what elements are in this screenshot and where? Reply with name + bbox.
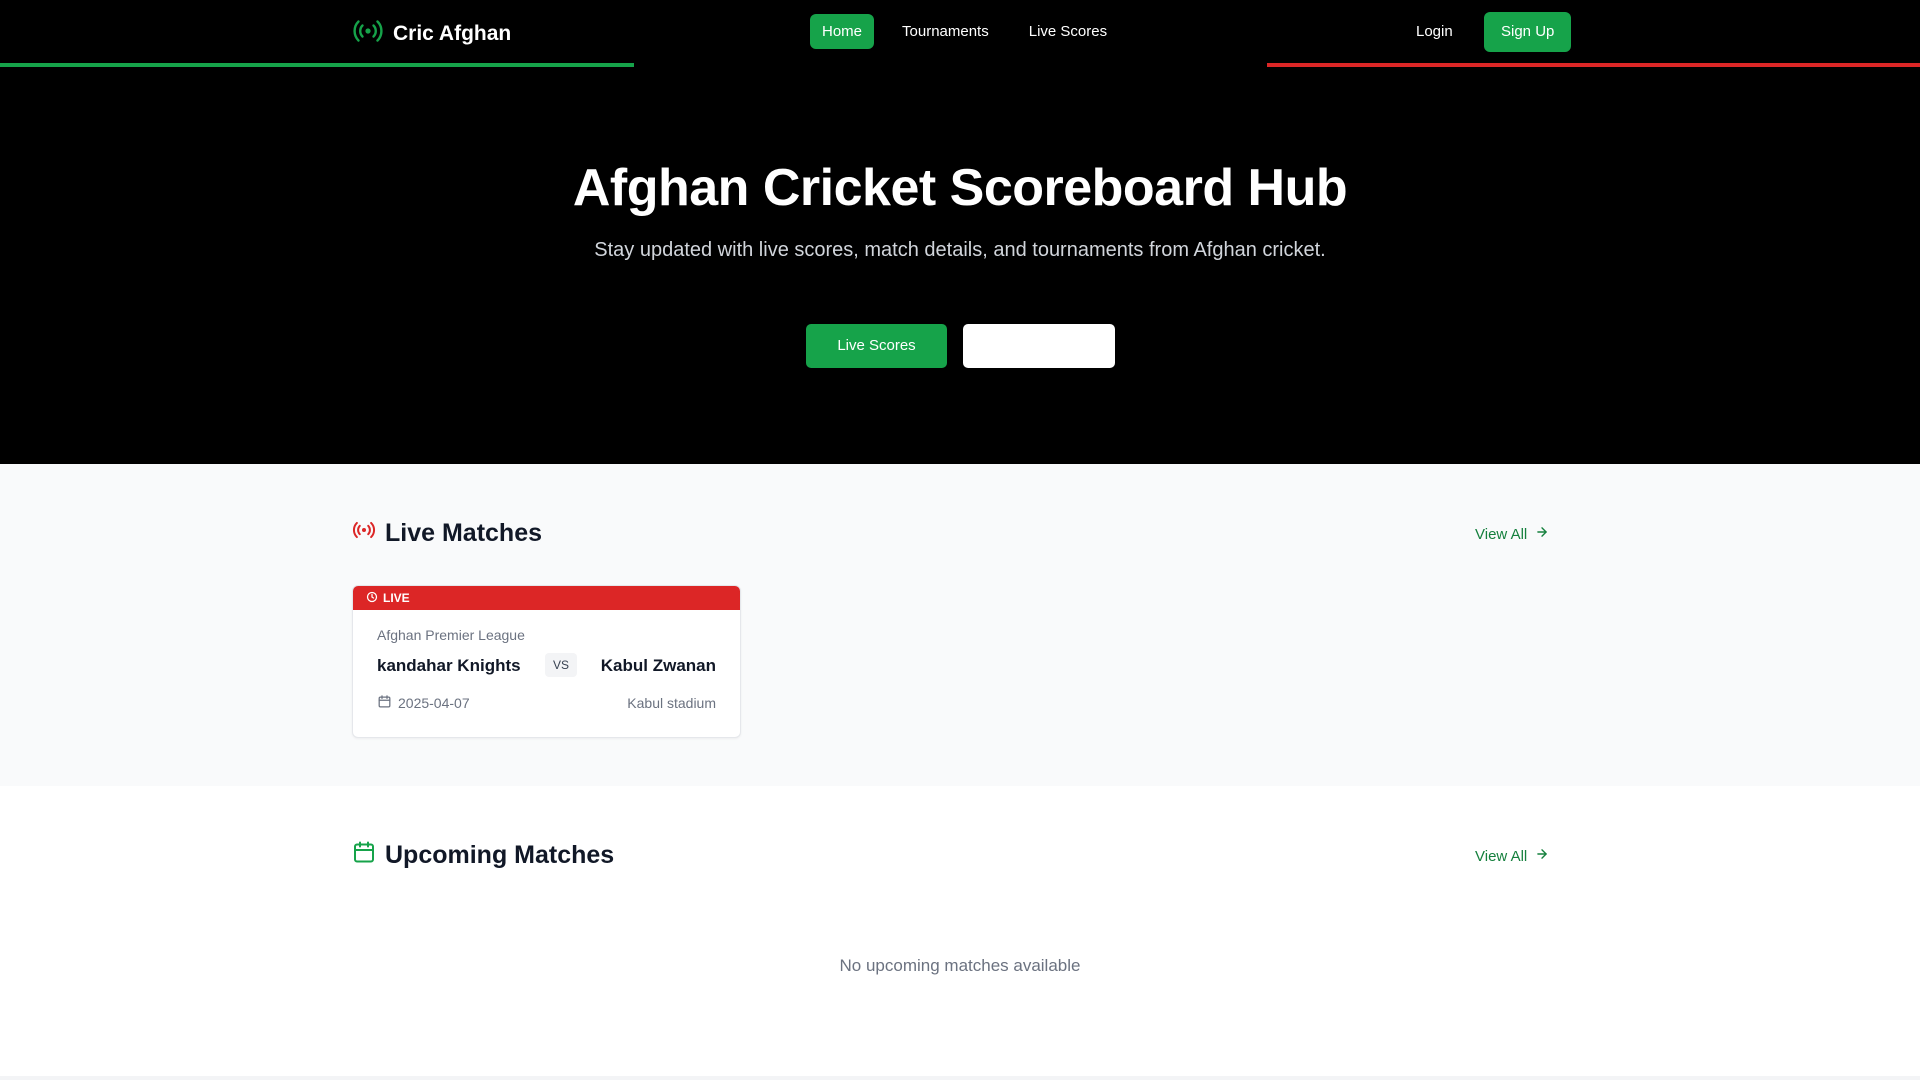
nav-link-tournaments[interactable]: Tournaments: [890, 14, 1001, 49]
live-matches-heading: Live Matches: [352, 518, 542, 549]
live-matches-title: Live Matches: [385, 519, 543, 547]
calendar-icon: [377, 694, 392, 712]
nav-stripe-green: [0, 63, 634, 67]
clock-icon: [366, 591, 378, 606]
login-button[interactable]: Login: [1404, 12, 1465, 52]
signup-button[interactable]: Sign Up: [1484, 12, 1572, 52]
live-status-text: LIVE: [383, 591, 410, 605]
upcoming-view-all-link[interactable]: View All: [1475, 847, 1549, 865]
brand-name: Cric Afghan: [393, 22, 512, 45]
hero-subtitle: Stay updated with live scores, match det…: [594, 239, 1326, 261]
match-league: Afghan Premier League: [377, 627, 525, 643]
radio-broadcast-icon: [352, 518, 376, 549]
arrow-right-icon: [1535, 525, 1549, 543]
hero-title: Afghan Cricket Scoreboard Hub: [572, 159, 1348, 217]
live-status-bar: LIVE: [353, 586, 740, 610]
nav-stripe-red: [1267, 63, 1920, 67]
nav-link-live-scores[interactable]: Live Scores: [1017, 14, 1119, 49]
arrow-right-icon: [1535, 847, 1549, 865]
match-venue: Kabul stadium: [627, 695, 716, 711]
main-nav: Home Tournaments Live Scores: [810, 14, 1119, 49]
live-match-card[interactable]: LIVE Afghan Premier League kandahar Knig…: [352, 585, 741, 738]
upcoming-empty-message: No upcoming matches available: [839, 956, 1081, 975]
view-all-label: View All: [1475, 847, 1528, 865]
hero-live-scores-button[interactable]: Live Scores: [806, 324, 947, 368]
match-date: 2025-04-07: [377, 694, 470, 712]
hero-secondary-button[interactable]: [963, 324, 1115, 368]
footer-edge: [0, 1076, 1920, 1080]
upcoming-matches-title: Upcoming Matches: [385, 841, 615, 869]
upcoming-matches-section: Upcoming Matches View All No upcoming ma…: [0, 786, 1920, 1076]
team-a-name: kandahar Knights: [377, 656, 521, 675]
radio-broadcast-icon: [352, 18, 384, 50]
upcoming-matches-heading: Upcoming Matches: [352, 840, 614, 871]
live-matches-section: Live Matches View All LIVE Afghan Premie…: [0, 464, 1920, 786]
view-all-label: View All: [1475, 525, 1528, 543]
calendar-icon: [352, 840, 376, 871]
brand-logo[interactable]: Cric Afghan: [352, 18, 511, 50]
team-b-name: Kabul Zwanan: [600, 656, 716, 675]
nav-link-home[interactable]: Home: [810, 14, 875, 49]
hero-section: Afghan Cricket Scoreboard Hub Stay updat…: [0, 68, 1920, 464]
navbar: Cric Afghan Home Tournaments Live Scores…: [0, 0, 1920, 68]
live-view-all-link[interactable]: View All: [1475, 525, 1549, 543]
match-date-text: 2025-04-07: [398, 695, 470, 711]
vs-badge: VS: [545, 653, 577, 677]
